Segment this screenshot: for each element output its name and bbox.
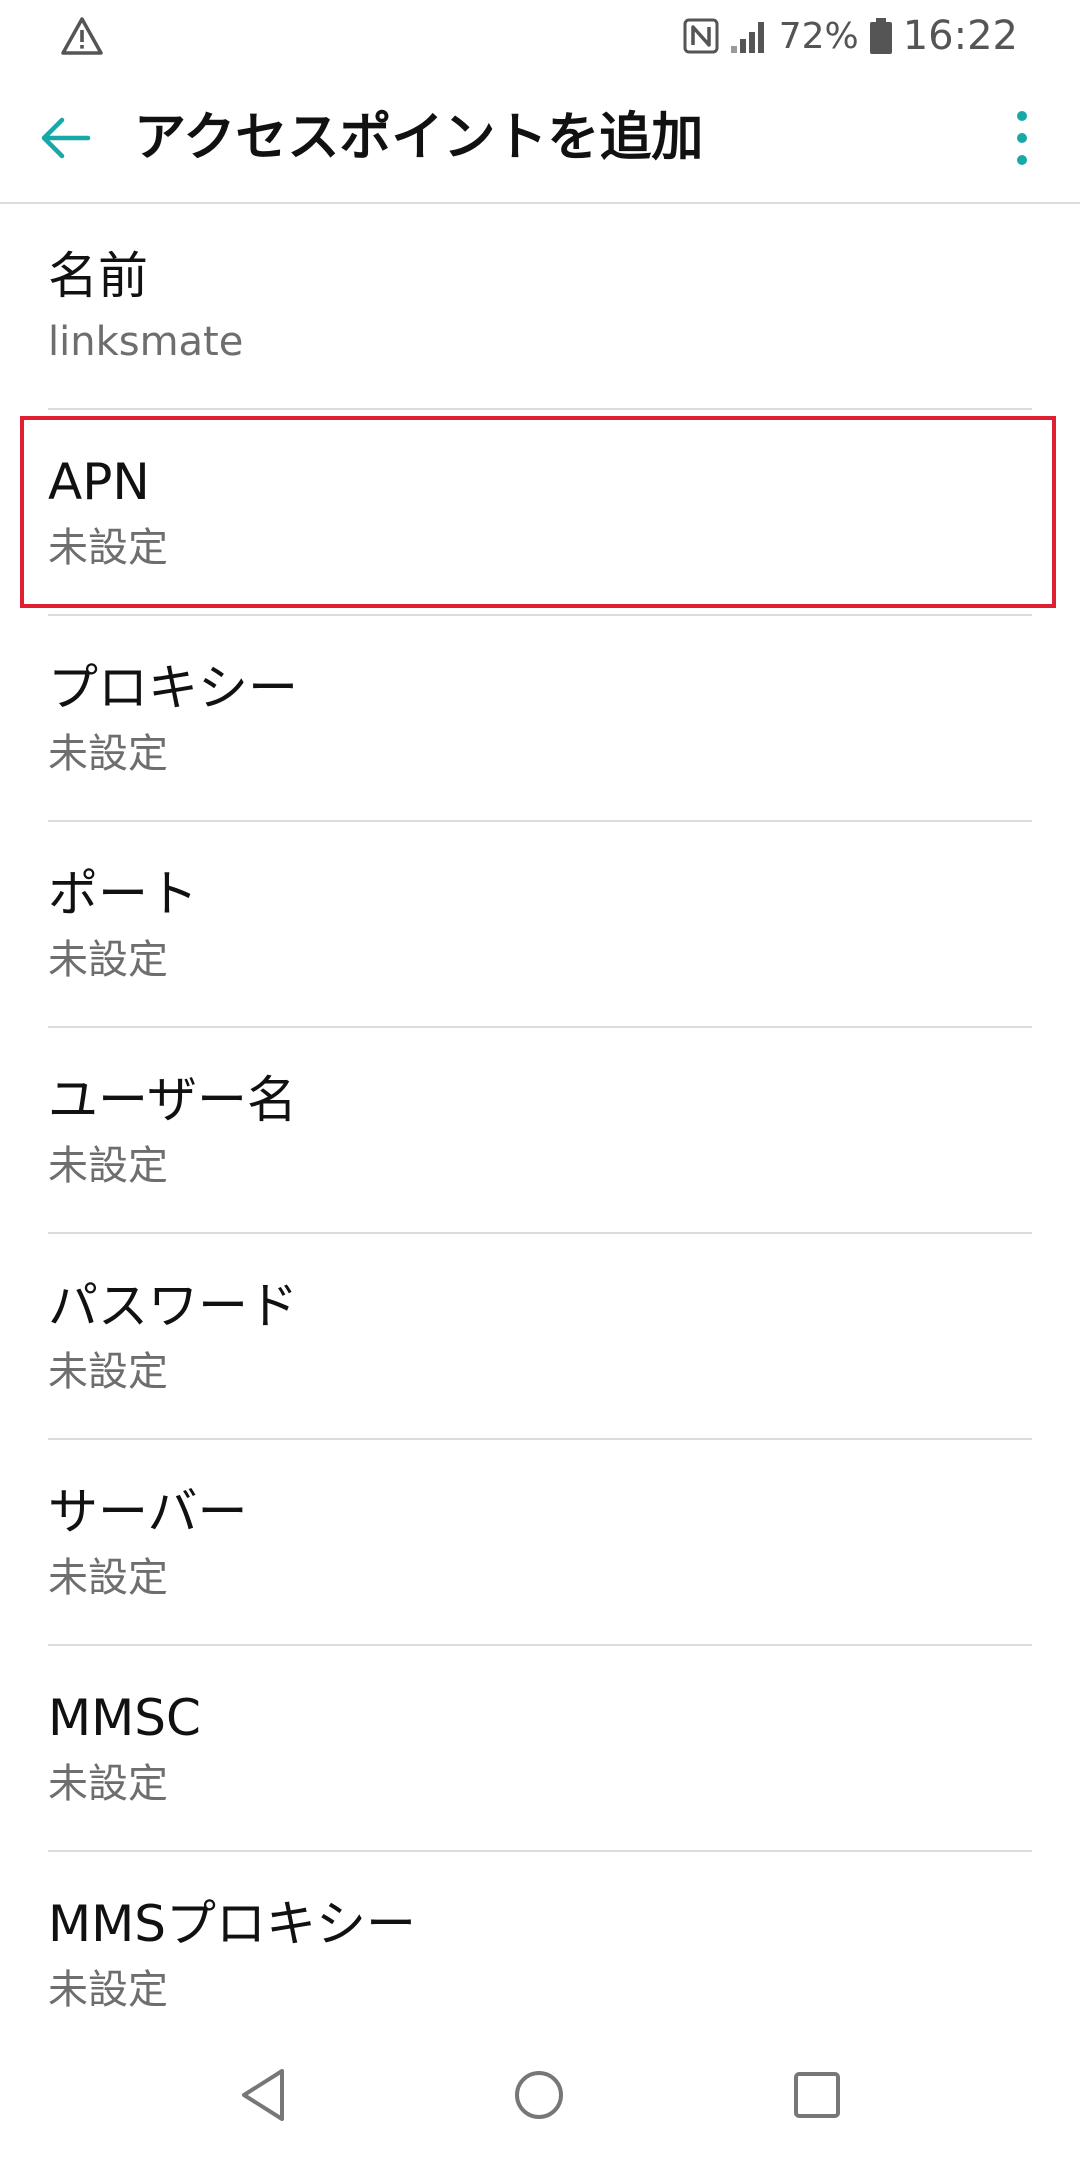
setting-item-port[interactable]: ポート 未設定 [0, 822, 1080, 1028]
page-title: アクセスポイントを追加 [134, 108, 704, 168]
apn-settings-list: 名前 linksmate APN 未設定 プロキシー 未設定 ポート 未設定 ユ… [0, 204, 1080, 2058]
setting-value: 未設定 [48, 1349, 168, 1395]
nfc-icon [683, 18, 719, 54]
warning-triangle-icon [61, 17, 103, 55]
nav-home-button[interactable] [494, 2050, 584, 2140]
clock: 16:22 [902, 13, 1018, 59]
status-icons: 72% 16:22 [683, 10, 1018, 62]
setting-value: 未設定 [48, 1555, 168, 1601]
nav-home-circle-icon [515, 2071, 563, 2119]
setting-item-username[interactable]: ユーザー名 未設定 [0, 1028, 1080, 1234]
nav-back-button[interactable] [218, 2050, 308, 2140]
app-bar: アクセスポイントを追加 [0, 72, 1080, 204]
battery-icon [869, 18, 892, 54]
setting-title: プロキシー [48, 659, 298, 717]
battery-percentage: 72% [778, 15, 859, 57]
navigation-bar [0, 2030, 1080, 2160]
setting-value: 未設定 [48, 731, 168, 777]
setting-title: ユーザー名 [48, 1071, 297, 1129]
setting-title: MMSC [48, 1689, 201, 1747]
nav-recents-button[interactable] [772, 2050, 862, 2140]
setting-item-name[interactable]: 名前 linksmate [0, 204, 1080, 410]
more-vert-icon [1017, 111, 1027, 165]
setting-item-mmsc[interactable]: MMSC 未設定 [0, 1646, 1080, 1852]
status-bar: 72% 16:22 [0, 0, 1080, 72]
setting-value: 未設定 [48, 525, 168, 571]
signal-icon [730, 22, 764, 53]
setting-title: サーバー [48, 1483, 248, 1541]
setting-value: 未設定 [48, 937, 168, 983]
setting-item-password[interactable]: パスワード 未設定 [0, 1234, 1080, 1440]
setting-title: ポート [48, 865, 198, 923]
nav-recents-square-icon [794, 2072, 840, 2118]
setting-title: パスワード [48, 1277, 298, 1335]
setting-title: 名前 [48, 247, 148, 305]
back-button[interactable] [30, 106, 102, 170]
setting-item-apn[interactable]: APN 未設定 [0, 410, 1080, 616]
nav-back-triangle-icon [242, 2069, 284, 2121]
setting-value: 未設定 [48, 1761, 168, 1807]
setting-item-mms-proxy[interactable]: MMSプロキシー 未設定 [0, 1852, 1080, 2058]
setting-title: APN [48, 453, 150, 511]
setting-value: 未設定 [48, 1143, 168, 1189]
arrow-back-icon [41, 117, 91, 159]
setting-item-proxy[interactable]: プロキシー 未設定 [0, 616, 1080, 822]
setting-item-server[interactable]: サーバー 未設定 [0, 1440, 1080, 1646]
setting-title: MMSプロキシー [48, 1895, 417, 1953]
setting-value: linksmate [48, 319, 244, 365]
setting-value: 未設定 [48, 1967, 168, 2013]
more-options-button[interactable] [994, 106, 1050, 170]
